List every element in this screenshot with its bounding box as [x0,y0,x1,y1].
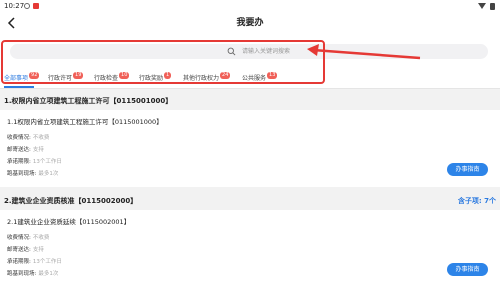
field-label: 承诺期限: [7,259,31,265]
section-header: 2.建筑业企业资质核准【0115002000】 含子项: 7个 [0,194,500,208]
notification-icon [24,3,30,9]
sub-item-count[interactable]: 含子项: 7个 [458,196,496,206]
field-label: 收费情况: [7,235,31,241]
field-label: 承诺期限: [7,159,31,165]
field-label: 跑基到现场: [7,271,37,277]
mail-field: 邮寄送达: 支持 [7,246,44,254]
fee-field: 收费情况: 不收费 [7,234,49,242]
field-label: 收费情况: [7,135,31,141]
field-label: 跑基到现场: [7,171,37,177]
guide-button[interactable]: 办事指南 [447,263,488,276]
field-value: 不收费 [32,135,50,141]
deadline-field: 承诺期限: 13个工作日 [7,158,62,166]
visit-field: 跑基到现场: 最多1次 [7,170,58,178]
wifi-icon [478,3,486,9]
field-value: 13个工作日 [32,159,62,165]
item-card[interactable]: 1.1权限内省立项建筑工程施工许可【0115001000】 收费情况: 不收费 邮… [0,110,500,187]
field-label: 邮寄送达: [7,147,31,153]
page-title: 我要办 [236,18,264,28]
deadline-field: 承诺期限: 13个工作日 [7,258,62,266]
annotation-arrow-icon [307,44,421,60]
field-value: 不收费 [32,235,50,241]
visit-field: 跑基到现场: 最多1次 [7,270,58,278]
field-value: 支持 [32,247,44,253]
status-bar: 10:27 [0,0,500,12]
app-notification-icon [33,3,39,9]
field-value: 最多1次 [38,171,59,177]
section-header: 1.权限内省立项建筑工程施工许可【0115001000】 [0,94,500,108]
active-tab-indicator [4,86,34,88]
mail-field: 邮寄送达: 支持 [7,146,44,154]
field-value: 13个工作日 [32,259,62,265]
field-value: 最多1次 [38,271,59,277]
item-title: 1.1权限内省立项建筑工程施工许可【0115001000】 [7,118,163,126]
guide-button[interactable]: 办事指南 [447,163,488,176]
item-title: 2.1建筑业企业资质延续【0115002001】 [7,218,131,226]
item-card[interactable]: 2.1建筑业企业资质延续【0115002001】 收费情况: 不收费 邮寄送达: 支… [0,210,500,281]
highlight-box [1,40,325,84]
section-title: 2.建筑业企业资质核准【0115002000】 [4,197,138,205]
app-header: 我要办 [0,12,500,36]
fee-field: 收费情况: 不收费 [7,134,49,142]
field-label: 邮寄送达: [7,247,31,253]
section-title: 1.权限内省立项建筑工程施工许可【0115001000】 [4,97,173,105]
status-time: 10:27 [4,2,25,10]
field-value: 支持 [32,147,44,153]
battery-icon [490,3,495,10]
